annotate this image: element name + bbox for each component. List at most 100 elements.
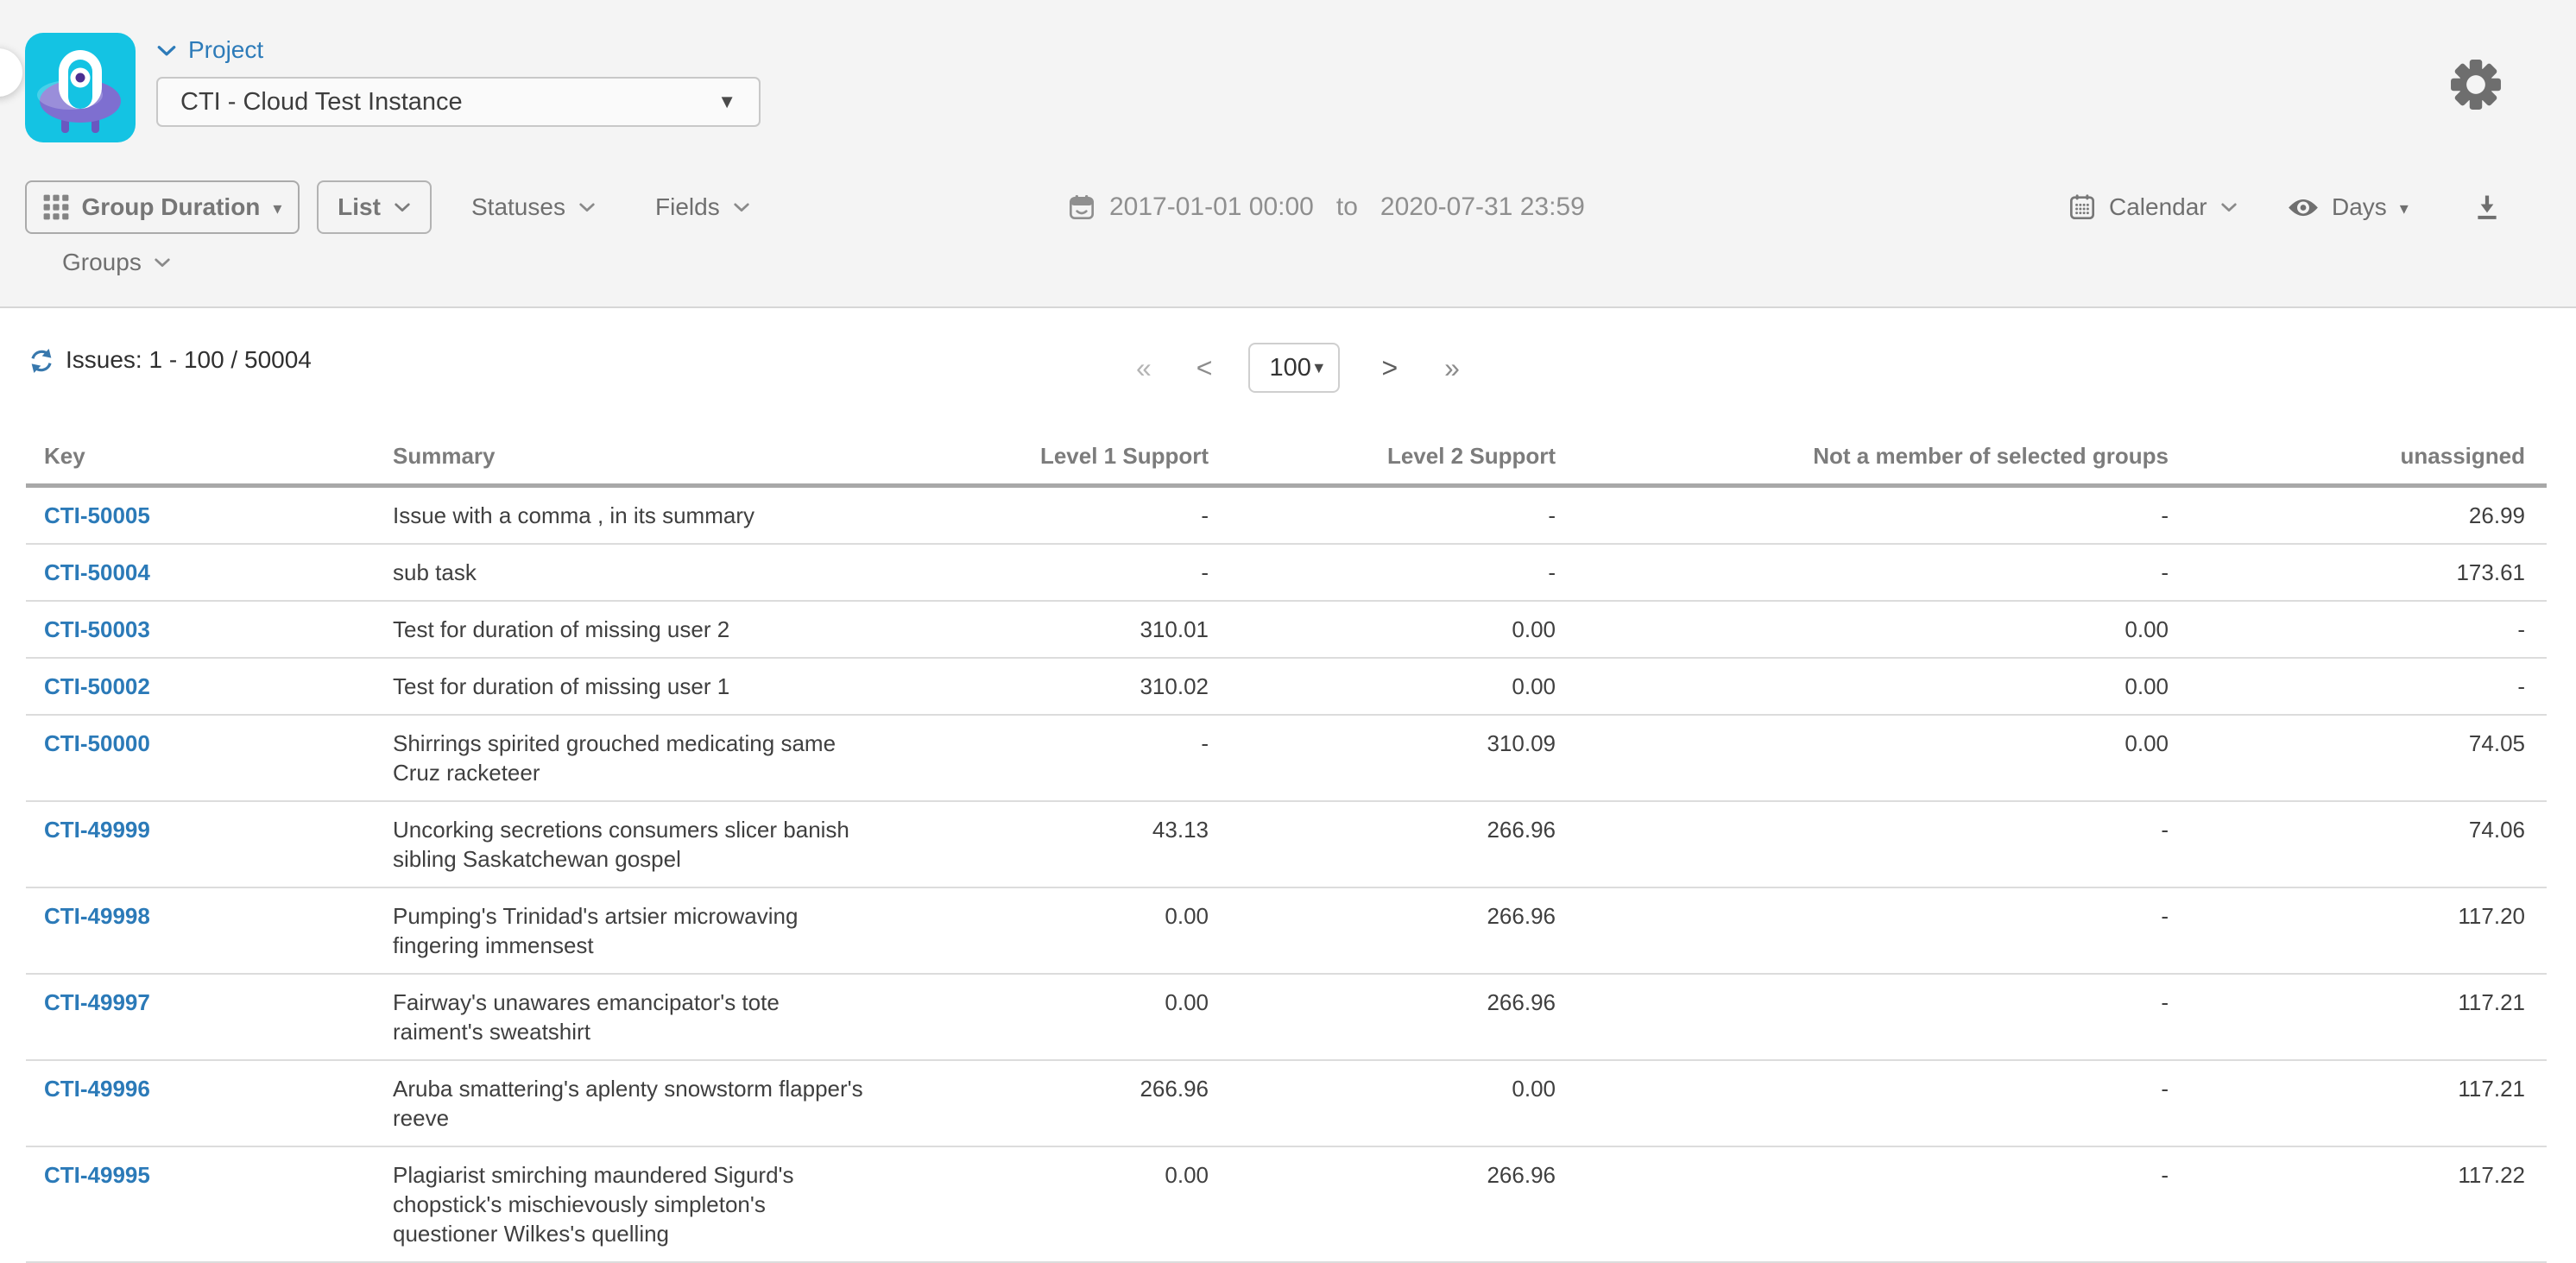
unassigned-value: 117.21 (2169, 988, 2525, 1017)
issue-summary: Test for duration of missing user 2 (393, 615, 889, 644)
issue-key-link[interactable]: CTI-50000 (44, 730, 150, 756)
issue-key-link[interactable]: CTI-50002 (44, 673, 150, 699)
chevron-down-icon (156, 44, 177, 57)
issue-summary: Pumping's Trinidad's artsier microwaving… (393, 901, 889, 960)
calendar-smile-icon (1068, 193, 1095, 221)
pagination-prev-button[interactable]: < (1196, 352, 1213, 384)
calendar-grid-icon (2068, 193, 2096, 221)
pagination-last-button[interactable]: » (1444, 352, 1460, 384)
groups-dropdown[interactable]: Groups (62, 243, 171, 281)
issue-summary: Uncorking secretions consumers slicer ba… (393, 815, 889, 874)
level1-value: 0.00 (889, 988, 1209, 1017)
level1-value: - (889, 501, 1209, 530)
level1-value: 0.00 (889, 1160, 1209, 1190)
caret-down-icon: ▾ (273, 200, 281, 218)
not-member-value: 0.00 (1556, 615, 2169, 644)
table-row: CTI-49999 Uncorking secretions consumers… (26, 802, 2547, 888)
level2-value: 310.09 (1209, 729, 1556, 758)
content-area: Issues: 1 - 100 / 50004 « < 100 ▼ > » Ke… (0, 308, 2576, 1263)
date-to: 2020-07-31 23:59 (1380, 193, 1585, 222)
issue-key-link[interactable]: CTI-50004 (44, 559, 150, 585)
pagination-first-button[interactable]: « (1136, 352, 1152, 384)
unassigned-value: 173.61 (2169, 558, 2525, 587)
issue-key-link[interactable]: CTI-49996 (44, 1076, 150, 1102)
date-range-picker[interactable]: 2017-01-01 00:00 to 2020-07-31 23:59 (1068, 180, 1585, 234)
issue-key-link[interactable]: CTI-49995 (44, 1162, 150, 1188)
issue-key-link[interactable]: CTI-49999 (44, 817, 150, 843)
table-row: CTI-49996 Aruba smattering's aplenty sno… (26, 1061, 2547, 1147)
project-select[interactable]: CTI - Cloud Test Instance ▼ (156, 77, 761, 127)
list-label: List (338, 193, 381, 221)
issue-key-link[interactable]: CTI-49998 (44, 903, 150, 929)
group-duration-button[interactable]: Group Duration ▾ (25, 180, 300, 234)
level2-value: 0.00 (1209, 1074, 1556, 1103)
gear-icon (2450, 59, 2502, 111)
alien-logo-icon (25, 33, 136, 142)
results-row: Issues: 1 - 100 / 50004 « < 100 ▼ > » (0, 339, 2576, 396)
level2-value: 266.96 (1209, 901, 1556, 931)
eye-icon (2288, 198, 2319, 218)
project-label: Project (188, 36, 263, 64)
level1-value: - (889, 729, 1209, 758)
level1-value: - (889, 558, 1209, 587)
issue-summary: Plagiarist smirching maundered Sigurd's … (393, 1160, 889, 1248)
not-member-value: 0.00 (1556, 672, 2169, 701)
column-header-not-member: Not a member of selected groups (1556, 443, 2169, 470)
date-from: 2017-01-01 00:00 (1109, 193, 1314, 222)
groups-label: Groups (62, 249, 142, 276)
toolbar-row-1: Group Duration ▾ List Statuses Fields (0, 180, 2576, 234)
statuses-dropdown[interactable]: Statuses (471, 180, 596, 234)
days-unit-dropdown[interactable]: Days ▾ (2288, 180, 2409, 234)
export-download-button[interactable] (2472, 193, 2503, 224)
table-header-row: Key Summary Level 1 Support Level 2 Supp… (26, 434, 2547, 488)
page-size-value: 100 (1269, 354, 1310, 382)
unassigned-value: - (2169, 672, 2525, 701)
fields-dropdown[interactable]: Fields (655, 180, 750, 234)
pagination: « < 100 ▼ > » (1136, 339, 1460, 396)
not-member-value: - (1556, 901, 2169, 931)
refresh-icon (28, 346, 55, 376)
chevron-down-icon (733, 202, 750, 212)
level1-value: 266.96 (889, 1074, 1209, 1103)
unassigned-value: 117.21 (2169, 1074, 2525, 1103)
level2-value: 266.96 (1209, 1160, 1556, 1190)
sidebar-handle[interactable] (0, 48, 22, 97)
level2-value: - (1209, 501, 1556, 530)
issue-summary: Test for duration of missing user 1 (393, 672, 889, 701)
issue-summary: Fairway's unawares emancipator's tote ra… (393, 988, 889, 1046)
refresh-button[interactable] (28, 346, 55, 376)
unassigned-value: 117.20 (2169, 901, 2525, 931)
not-member-value: - (1556, 1160, 2169, 1190)
not-member-value: - (1556, 558, 2169, 587)
unassigned-value: - (2169, 615, 2525, 644)
pagination-next-button[interactable]: > (1381, 352, 1398, 384)
table-row: CTI-49998 Pumping's Trinidad's artsier m… (26, 888, 2547, 975)
table-row: CTI-50004 sub task - - - 173.61 (26, 545, 2547, 602)
page-size-select[interactable]: 100 ▼ (1248, 343, 1340, 393)
caret-down-icon: ▼ (717, 91, 736, 113)
issue-key-link[interactable]: CTI-50005 (44, 502, 150, 528)
unassigned-value: 117.22 (2169, 1160, 2525, 1190)
not-member-value: - (1556, 501, 2169, 530)
download-icon (2472, 193, 2502, 222)
grid-icon (43, 194, 69, 220)
issue-key-link[interactable]: CTI-49997 (44, 989, 150, 1015)
list-view-button[interactable]: List (317, 180, 432, 234)
unassigned-value: 74.05 (2169, 729, 2525, 758)
project-section-toggle[interactable]: Project (156, 36, 761, 64)
level1-value: 310.01 (889, 615, 1209, 644)
issue-key-link[interactable]: CTI-50003 (44, 616, 150, 642)
settings-button[interactable] (2450, 59, 2502, 111)
issue-summary: Shirrings spirited grouched medicating s… (393, 729, 889, 787)
level2-value: 266.96 (1209, 988, 1556, 1017)
column-header-key: Key (26, 443, 393, 470)
caret-down-icon: ▼ (1311, 359, 1327, 377)
chevron-down-icon (2220, 202, 2238, 212)
not-member-value: 0.00 (1556, 729, 2169, 758)
chevron-down-icon (578, 202, 596, 212)
level1-value: 310.02 (889, 672, 1209, 701)
calendar-view-dropdown[interactable]: Calendar (2068, 180, 2238, 234)
date-separator: to (1336, 193, 1358, 222)
table-row: CTI-49997 Fairway's unawares emancipator… (26, 975, 2547, 1061)
project-select-value: CTI - Cloud Test Instance (180, 88, 463, 117)
